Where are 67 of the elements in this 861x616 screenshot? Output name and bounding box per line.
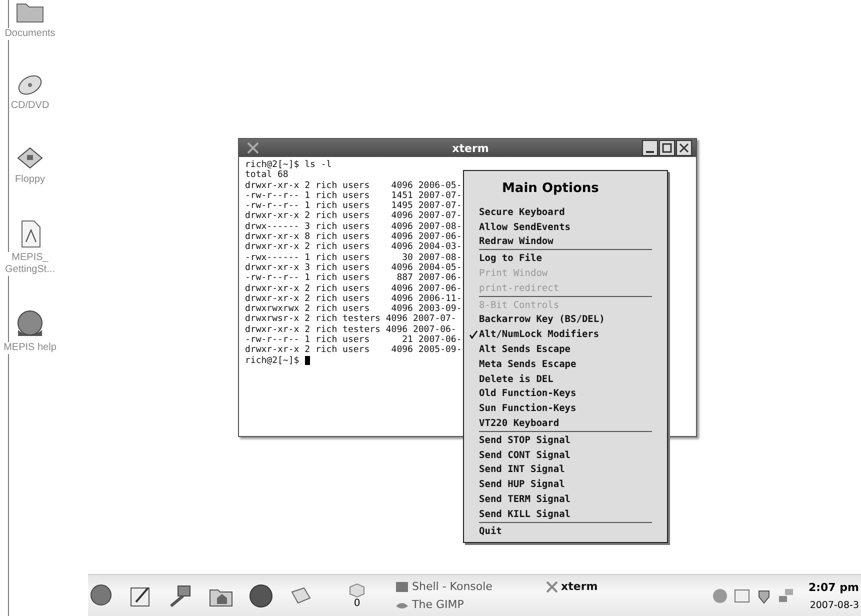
terminal-line: drwxr-xr-x 8 rich users 4096 2007-06- (245, 232, 462, 242)
terminal-line: drwx------ 3 rich users 4096 2007-08- (245, 222, 462, 232)
terminal-line: -rw-r--r-- 1 rich users 887 2007-06- (245, 273, 462, 284)
x-icon (546, 580, 558, 592)
terminal-line: -rw-r--r-- 1 rich users 21 2007-06- (245, 335, 462, 346)
terminal-line: drwxr-xr-x 2 rich users 4096 2004-03- (245, 242, 462, 253)
terminal-line: drwxr-xr-x 2 rich users 4096 2005-09- (245, 345, 462, 356)
menu-item[interactable]: Old Function-Keys (479, 388, 576, 400)
terminal-line: drwxr-xr-x 2 rich users 4096 2006-11- (245, 294, 462, 304)
menu-item[interactable]: Send TERM Signal (479, 494, 571, 506)
maximize-icon (662, 143, 672, 153)
tray-icon[interactable] (734, 588, 750, 604)
menu-item[interactable]: Send HUP Signal (479, 479, 565, 490)
terminal-line: drwxrwxrwx 2 rich users 4096 2003-09- (245, 304, 462, 314)
menu-item[interactable]: Meta Sends Escape (479, 358, 576, 370)
menu-item[interactable]: Quit (479, 526, 502, 537)
terminal-line: drwxr-xr-x 2 rich users 4096 2007-07- (245, 211, 462, 222)
terminal-line: drwxrwsr-x 2 rich testers 4096 2007-07- (245, 314, 456, 325)
terminal-line: total 68 (245, 170, 288, 181)
menu-item[interactable]: Send INT Signal (479, 464, 565, 476)
minimize-icon (646, 150, 654, 152)
clock-date[interactable]: 2007-08-3 (810, 600, 859, 610)
x-logo-icon (247, 142, 259, 154)
package-icon[interactable] (348, 582, 366, 598)
terminal-line: -rw-r--r-- 1 rich users 1495 2007-07- (245, 201, 462, 212)
taskbar-task[interactable]: xterm (544, 579, 600, 594)
terminal-line: -rwx------ 1 rich users 30 2007-08- (245, 252, 462, 263)
close-button[interactable] (676, 140, 692, 156)
close-icon (679, 143, 689, 153)
terminal-prompt: rich@2[~]$ (245, 356, 300, 366)
desktop-icon-label[interactable]: Floppy (14, 174, 45, 186)
terminal-line: -rw-r--r-- 1 rich users 1451 2007-07- (245, 190, 462, 201)
menu-item[interactable]: Delete is DEL (479, 374, 554, 385)
menu-title: Main Options (501, 180, 600, 198)
maximize-button[interactable] (659, 140, 675, 156)
update-count: 0 (354, 598, 360, 609)
menu-item[interactable]: Sun Function-Keys (479, 403, 576, 414)
floppy-icon[interactable] (16, 146, 44, 170)
menu-item[interactable]: Send KILL Signal (479, 508, 571, 520)
menu-item[interactable]: Send CONT Signal (479, 450, 571, 461)
terminal-line: drwxr-xr-x 2 rich users 4096 2007-06- (245, 284, 462, 294)
menu-item[interactable]: Send STOP Signal (479, 434, 571, 446)
network-icon[interactable] (778, 588, 794, 604)
desktop-icon-label[interactable]: MEPIS help (4, 342, 56, 354)
menu-item[interactable]: Alt/NumLock Modifiers (479, 329, 600, 340)
terminal-icon (396, 582, 408, 592)
menu-item[interactable]: Alt Sends Escape (479, 344, 571, 356)
taskbar-task[interactable]: Shell - Konsole (394, 579, 544, 594)
window-title: xterm (451, 142, 490, 154)
taskbar-task[interactable]: The GIMP (394, 597, 544, 612)
desktop-icon-label[interactable]: Documents (4, 28, 56, 40)
minimize-button[interactable] (642, 140, 658, 156)
terminal-line: drwxr-xr-x 2 rich testers 4096 2007-06- (245, 324, 456, 335)
menu-item[interactable]: Secure Keyboard (479, 206, 565, 218)
menu-item[interactable]: Backarrow Key (BS/DEL) (479, 314, 605, 326)
desktop-icon-label[interactable]: MEPIS_ GettingSt... (4, 252, 56, 276)
text-cursor (304, 356, 310, 366)
menu-item[interactable]: Allow SendEvents (479, 222, 571, 233)
disc-icon[interactable] (16, 74, 44, 96)
clock-time[interactable]: 2:07 pm (808, 580, 859, 594)
terminal-line: rich@2[~]$ ls -l (245, 160, 332, 170)
menu-item[interactable]: Log to File (479, 253, 542, 264)
tray-icon[interactable] (756, 588, 772, 604)
menu-item[interactable]: VT220 Keyboard (479, 418, 560, 430)
terminal-line: drwxr-xr-x 2 rich users 4096 2006-05- (245, 180, 462, 191)
terminal-line: drwxr-xr-x 3 rich users 4096 2004-05- (245, 262, 462, 273)
menu-item[interactable]: Redraw Window (479, 236, 554, 248)
